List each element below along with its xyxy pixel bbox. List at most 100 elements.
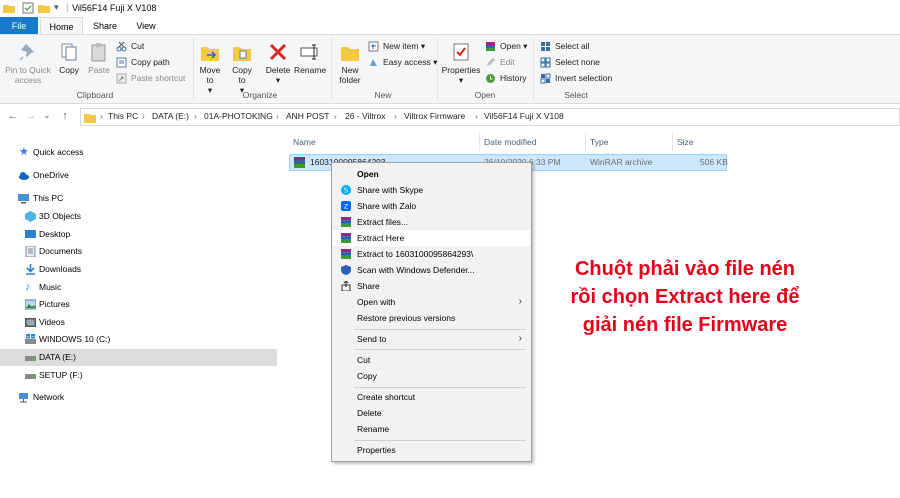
paste-button[interactable]: Paste: [85, 41, 113, 75]
breadcrumb-this-pc[interactable]: This PC: [108, 111, 138, 121]
breadcrumb-01a-photoking[interactable]: 01A-PHOTOKING: [204, 111, 273, 121]
column-header-name[interactable]: Name: [293, 137, 316, 147]
menu-item-share-zalo[interactable]: Z Share with Zalo: [333, 198, 530, 214]
pin-to-quick-access-button[interactable]: Pin to Quick access: [3, 41, 53, 85]
submenu-arrow-icon: ›: [518, 333, 522, 344]
new-folder-button[interactable]: New folder: [336, 41, 364, 85]
history-button[interactable]: History: [485, 71, 526, 85]
nav-desktop[interactable]: Desktop: [0, 226, 277, 243]
menu-item-properties[interactable]: Properties: [333, 442, 530, 458]
column-header-date[interactable]: Date modified: [484, 137, 536, 147]
menu-item-restore-versions[interactable]: Restore previous versions: [333, 310, 530, 326]
properties-check-icon[interactable]: [22, 2, 34, 14]
menu-item-open-with[interactable]: Open with ›: [333, 294, 530, 310]
easy-access-icon: [370, 59, 377, 66]
new-item-button[interactable]: New item ▾: [368, 39, 425, 53]
nav-drive-c[interactable]: WINDOWS 10 (C:): [0, 331, 277, 348]
column-header-type[interactable]: Type: [590, 137, 608, 147]
menu-item-open[interactable]: Open: [333, 166, 530, 182]
customize-toolbar-icon[interactable]: ▾: [54, 2, 59, 13]
svg-text:S: S: [344, 187, 349, 195]
menu-item-share[interactable]: Share: [333, 278, 530, 294]
copy-button[interactable]: Copy: [55, 41, 83, 75]
back-arrow-icon[interactable]: ←: [6, 109, 20, 123]
breadcrumb-separator: ›: [276, 111, 279, 121]
menu-item-extract-to[interactable]: Extract to 1603100095864293\: [333, 246, 530, 262]
rename-button[interactable]: Rename: [294, 41, 326, 75]
nav-documents[interactable]: Documents: [0, 243, 277, 260]
winrar-icon: [341, 233, 351, 243]
breadcrumb-current-folder[interactable]: Vil56F14 Fuji X V108: [484, 111, 564, 121]
menu-item-label: Open with: [357, 297, 396, 307]
breadcrumb-data-e[interactable]: DATA (E:): [152, 111, 189, 121]
breadcrumb-separator: ›: [334, 111, 337, 121]
nav-this-pc[interactable]: This PC: [0, 190, 277, 207]
invert-selection-button[interactable]: Invert selection: [540, 71, 612, 85]
title-bar: ▾ | Vil56F14 Fuji X V108: [0, 0, 900, 17]
select-all-button[interactable]: Select all: [540, 39, 590, 53]
delete-button[interactable]: Delete ▾: [263, 41, 293, 85]
navigation-bar: ← → ⌄ ↑ › This PC › DATA (E:) › 01A-PHOT…: [0, 106, 900, 128]
cut-button[interactable]: Cut: [116, 39, 144, 53]
paste-shortcut-button[interactable]: Paste shortcut: [116, 71, 185, 85]
move-to-button[interactable]: Move to ▾: [196, 41, 224, 95]
menu-item-rename[interactable]: Rename: [333, 421, 530, 437]
file-size: 506 KB: [700, 157, 728, 167]
select-group-label: Select: [564, 90, 588, 100]
share-icon: [341, 281, 351, 291]
menu-item-scan-defender[interactable]: Scan with Windows Defender...: [333, 262, 530, 278]
tab-file[interactable]: File: [0, 17, 38, 35]
breadcrumb-anh-post[interactable]: ANH POST: [286, 111, 329, 121]
nav-3d-objects[interactable]: 3D Objects: [0, 208, 277, 225]
menu-item-create-shortcut[interactable]: Create shortcut: [333, 389, 530, 405]
menu-item-copy[interactable]: Copy: [333, 368, 530, 384]
star-icon: ★: [19, 146, 29, 158]
menu-item-label: Share with Zalo: [357, 201, 417, 211]
easy-access-label: Easy access: [383, 57, 431, 67]
chevron-down-icon: ▾: [275, 75, 281, 85]
breadcrumb-viltrox[interactable]: 26 - Viltrox: [345, 111, 385, 121]
nav-videos[interactable]: Videos: [0, 314, 277, 331]
menu-item-cut[interactable]: Cut: [333, 352, 530, 368]
column-divider: [585, 133, 586, 151]
open-group-label: Open: [474, 90, 496, 100]
up-arrow-icon[interactable]: ↑: [58, 109, 72, 123]
breadcrumb-separator: ›: [142, 111, 145, 121]
nav-onedrive[interactable]: OneDrive: [0, 167, 277, 184]
select-none-button[interactable]: Select none: [540, 55, 600, 69]
nav-music[interactable]: ♪ Music: [0, 279, 277, 296]
edit-button[interactable]: Edit: [485, 55, 515, 69]
nav-drive-e[interactable]: DATA (E:): [0, 349, 277, 366]
skype-icon: S: [341, 185, 351, 195]
annotation-line: giải nén file Firmware: [582, 314, 788, 336]
menu-item-share-skype[interactable]: S Share with Skype: [333, 182, 530, 198]
copy-to-button[interactable]: Copy to ▾: [228, 41, 256, 95]
column-header-size[interactable]: Size: [677, 137, 694, 147]
submenu-arrow-icon: ›: [518, 296, 522, 307]
open-button[interactable]: Open ▾: [485, 39, 527, 53]
nav-network[interactable]: Network: [0, 389, 277, 406]
menu-item-delete[interactable]: Delete: [333, 405, 530, 421]
breadcrumb-separator: ›: [100, 111, 103, 121]
select-all-label: Select all: [555, 41, 590, 51]
computer-icon: [18, 194, 29, 204]
nav-downloads[interactable]: Downloads: [0, 261, 277, 278]
address-bar[interactable]: › This PC › DATA (E:) › 01A-PHOTOKING › …: [80, 108, 900, 126]
tab-view[interactable]: View: [131, 17, 161, 35]
copy-path-button[interactable]: Copy path: [116, 55, 170, 69]
forward-arrow-icon[interactable]: →: [24, 109, 38, 123]
tab-share[interactable]: Share: [90, 17, 120, 35]
easy-access-button[interactable]: Easy access ▾: [368, 55, 437, 69]
nav-quick-access[interactable]: ★ Quick access: [0, 144, 277, 161]
properties-button[interactable]: Properties ▾: [440, 41, 482, 85]
new-folder-icon[interactable]: [38, 2, 50, 14]
breadcrumb-viltrox-firmware[interactable]: Viltrox Firmware: [404, 111, 465, 121]
nav-drive-f[interactable]: SETUP (F:): [0, 367, 277, 384]
recent-locations-icon[interactable]: ⌄: [40, 109, 54, 123]
menu-item-extract-here[interactable]: Extract Here: [333, 230, 530, 246]
nav-label: Music: [39, 282, 62, 292]
menu-item-extract-files[interactable]: Extract files...: [333, 214, 530, 230]
tab-home[interactable]: Home: [40, 17, 83, 35]
menu-item-send-to[interactable]: Send to ›: [333, 331, 530, 347]
nav-pictures[interactable]: Pictures: [0, 296, 277, 313]
